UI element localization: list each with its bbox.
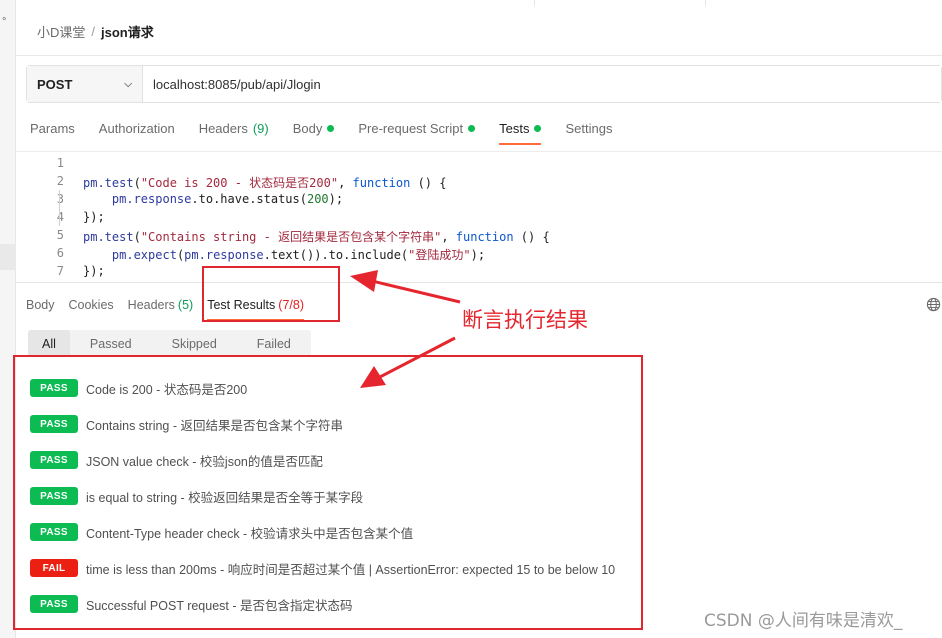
tests-editor[interactable]: 1 2 pm.test("Code is 200 - 状态码是否200", func… <box>26 153 942 279</box>
tab-label: Body <box>292 120 323 136</box>
url-bar: POST ⌵ localhost:8085/pub/api/Jlogin <box>26 65 942 103</box>
watermark: CSDN @人间有味是清欢_ <box>704 611 903 631</box>
code-line[interactable]: pm.expect(pm.response.text()).to.include… <box>83 246 485 263</box>
line-number: 6 <box>56 246 64 260</box>
result-filters: All Passed Skipped Failed <box>28 330 311 357</box>
arrow-to-tab-line <box>371 279 461 304</box>
tab-headers[interactable]: Headers (9) <box>199 112 269 144</box>
method-select[interactable]: POST ⌵ <box>27 66 143 102</box>
tab-label: Pre-request Script <box>358 120 464 136</box>
top-tab-strip <box>16 0 942 6</box>
line-number: 7 <box>56 264 64 278</box>
tab-label: Authorization <box>98 120 175 136</box>
sidebar-selected-item[interactable] <box>0 244 16 270</box>
breadcrumb-separator: / <box>91 24 96 39</box>
code-line[interactable]: }); <box>83 210 105 224</box>
code-line[interactable]: }); <box>83 264 105 278</box>
tab-count: (9) <box>252 120 269 136</box>
request-tabs: Params Authorization Headers (9) Body Pre-req… <box>30 112 636 145</box>
breadcrumb-collection[interactable]: 小D课堂 <box>37 22 85 41</box>
tab-count: (5) <box>177 298 194 312</box>
filter-all[interactable]: All <box>28 330 70 357</box>
open-tab[interactable] <box>534 0 706 6</box>
highlight-box-test-results-tab <box>202 266 340 322</box>
method-label: POST <box>37 76 73 92</box>
tab-params[interactable]: Params <box>30 112 75 144</box>
breadcrumb: 小D课堂 / json请求 <box>37 22 154 41</box>
header-divider <box>16 55 942 56</box>
tab-label: Tests <box>499 120 530 136</box>
tab-label: Params <box>30 120 75 136</box>
code-line[interactable]: pm.test("Code is 200 - 状态码是否200", functi… <box>83 174 446 191</box>
tabs-divider <box>16 151 942 152</box>
status-dot-icon <box>534 124 542 132</box>
url-input[interactable]: localhost:8085/pub/api/Jlogin <box>143 66 941 102</box>
sidebar-marker: ° <box>2 16 7 28</box>
tab-label: Cookies <box>68 298 114 312</box>
tab-label: Settings <box>565 120 613 136</box>
filter-skipped[interactable]: Skipped <box>152 330 237 357</box>
annotation-label: 断言执行结果 <box>462 308 588 332</box>
filter-passed[interactable]: Passed <box>70 330 152 357</box>
response-tab-headers[interactable]: Headers (5) <box>128 290 194 320</box>
tab-pre-request-script[interactable]: Pre-request Script <box>358 112 476 144</box>
status-dot-icon <box>468 124 476 132</box>
indent-guide <box>59 190 60 226</box>
response-tab-body[interactable]: Body <box>26 290 55 320</box>
line-number: 1 <box>56 156 64 170</box>
code-line[interactable]: pm.response.to.have.status(200); <box>83 192 343 206</box>
tab-authorization[interactable]: Authorization <box>99 112 175 144</box>
breadcrumb-request[interactable]: json请求 <box>101 22 154 41</box>
tab-body[interactable]: Body <box>293 112 335 144</box>
tab-label: Headers <box>198 120 248 136</box>
editor-divider <box>16 282 942 283</box>
filter-failed[interactable]: Failed <box>237 330 311 357</box>
response-tab-cookies[interactable]: Cookies <box>69 290 114 320</box>
chevron-down-icon: ⌵ <box>124 78 132 90</box>
tab-label: Headers <box>127 298 175 312</box>
tab-label: Body <box>26 298 55 312</box>
tab-tests[interactable]: Tests <box>499 112 542 145</box>
line-number: 2 <box>56 174 64 188</box>
code-line[interactable]: pm.test("Contains string - 返回结果是否包含某个字符串… <box>83 228 550 245</box>
status-dot-icon <box>327 124 335 132</box>
line-number: 5 <box>56 228 64 242</box>
highlight-box-results-list <box>13 355 643 630</box>
tab-settings[interactable]: Settings <box>565 112 612 144</box>
globe-icon[interactable] <box>926 297 941 312</box>
